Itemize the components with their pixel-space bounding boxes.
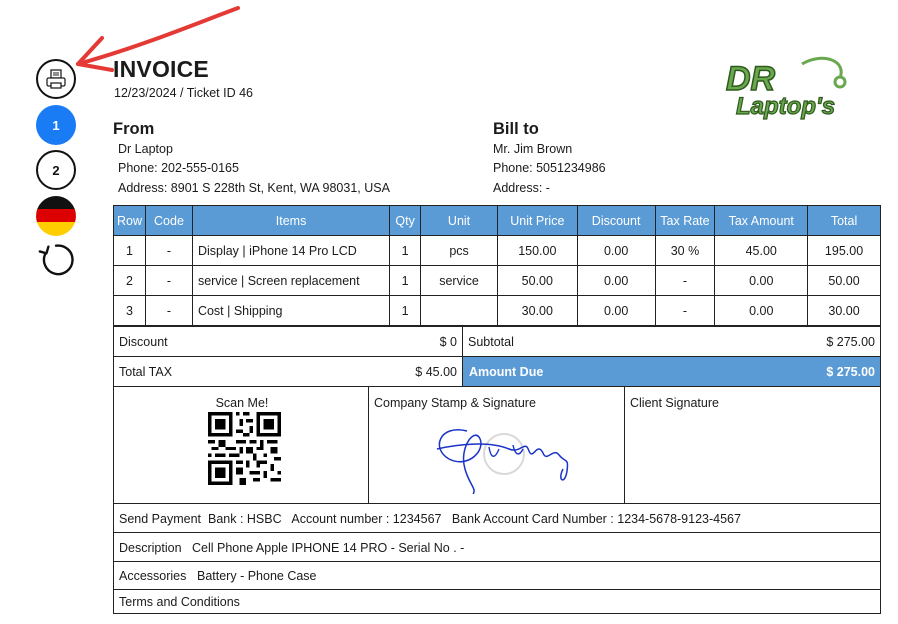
column-header: Total: [807, 205, 881, 236]
payment-details: Bank : HSBC Account number : 1234567 Ban…: [208, 512, 741, 526]
invoice-title: INVOICE: [113, 56, 209, 82]
terms-label: Terms and Conditions: [119, 595, 240, 609]
terms-row: Terms and Conditions: [113, 589, 881, 614]
table-cell: Cost | Shipping: [191, 295, 391, 326]
table-cell: 1: [389, 265, 422, 296]
column-header: Discount: [576, 205, 656, 236]
table-row: 3 - Cost | Shipping 1 30.00 0.00 - 0.00 …: [112, 295, 881, 326]
scan-me-label: Scan Me!: [215, 396, 269, 410]
table-cell: -: [145, 235, 193, 266]
invoice-date-ticket: 12/23/2024 / Ticket ID 46: [114, 86, 253, 100]
client-signature-box: Client Signature: [624, 386, 881, 504]
discount-label: Discount: [119, 335, 168, 349]
column-header: Row: [112, 205, 147, 236]
svg-text:Laptop's: Laptop's: [736, 93, 835, 120]
table-cell: [420, 295, 498, 326]
table-cell: 50.00: [807, 265, 881, 296]
germany-flag-icon: [36, 196, 76, 236]
column-header: Tax Amount: [714, 205, 809, 236]
subtotal-value: $ 275.00: [826, 335, 875, 349]
subtotal-box: Subtotal $ 275.00: [462, 326, 881, 357]
table-cell: -: [654, 265, 716, 296]
bill-to-address: Address: -: [493, 181, 550, 195]
discount-box: Discount $ 0: [113, 326, 463, 357]
language-germany-button[interactable]: [36, 196, 76, 236]
table-cell: 30.00: [496, 295, 578, 326]
table-cell: 150.00: [496, 235, 578, 266]
payment-label: Send Payment: [119, 512, 201, 526]
company-signature-image: [436, 429, 569, 494]
dr-laptops-logo: DR Laptop's: [725, 56, 847, 120]
table-cell: service | Screen replacement: [191, 265, 391, 296]
from-name: Dr Laptop: [118, 142, 173, 156]
table-cell: -: [145, 265, 193, 296]
table-cell: 2: [112, 265, 147, 296]
table-cell: 30 %: [654, 235, 716, 266]
reload-button[interactable]: [36, 240, 76, 280]
invoice-items-table: Row Code Items Qty Unit Unit Price Disco…: [112, 205, 881, 326]
table-cell: 0.00: [576, 265, 656, 296]
table-cell: 0.00: [576, 235, 656, 266]
amount-due-box: Amount Due $ 275.00: [462, 356, 881, 387]
bill-to-name: Mr. Jim Brown: [493, 142, 573, 156]
tax-value: $ 45.00: [415, 365, 457, 379]
company-signature-label: Company Stamp & Signature: [374, 396, 536, 410]
amount-due-label: Amount Due: [469, 365, 544, 379]
table-cell: 45.00: [714, 235, 809, 266]
discount-value: $ 0: [439, 335, 457, 349]
accessories-label: Accessories: [119, 569, 187, 583]
qr-box: Scan Me!: [113, 386, 369, 504]
table-cell: 1: [112, 235, 147, 266]
table-cell: pcs: [420, 235, 498, 266]
accessories-row: Accessories Battery - Phone Case: [113, 561, 881, 590]
page-2-button[interactable]: 2: [36, 150, 76, 190]
table-cell: 3: [112, 295, 147, 326]
bill-to-heading: Bill to: [493, 120, 539, 138]
table-row: 2 - service | Screen replacement 1 servi…: [112, 265, 881, 296]
reload-icon: [38, 244, 74, 276]
client-signature-label: Client Signature: [630, 396, 719, 410]
column-header: Items: [191, 205, 391, 236]
bill-to-phone: Phone: 5051234986: [493, 161, 606, 175]
table-row: 1 - Display | iPhone 14 Pro LCD 1 pcs 15…: [112, 235, 881, 266]
qr-code-icon: [208, 412, 281, 485]
table-cell: 1: [389, 235, 422, 266]
from-phone: Phone: 202-555-0165: [118, 161, 239, 175]
tax-box: Total TAX $ 45.00: [113, 356, 463, 387]
table-cell: -: [145, 295, 193, 326]
table-cell: 195.00: [807, 235, 881, 266]
description-row: Description Cell Phone Apple IPHONE 14 P…: [113, 532, 881, 562]
column-header: Code: [145, 205, 193, 236]
print-button[interactable]: [36, 59, 76, 99]
amount-due-value: $ 275.00: [826, 365, 875, 379]
table-cell: -: [654, 295, 716, 326]
table-cell: 50.00: [496, 265, 578, 296]
table-cell: 0.00: [714, 265, 809, 296]
tax-label: Total TAX: [119, 365, 173, 379]
payment-row: Send Payment Bank : HSBC Account number …: [113, 503, 881, 533]
from-address: Address: 8901 S 228th St, Kent, WA 98031…: [118, 181, 390, 195]
table-cell: 1: [389, 295, 422, 326]
table-cell: service: [420, 265, 498, 296]
printer-icon: [46, 69, 66, 89]
subtotal-label: Subtotal: [468, 335, 514, 349]
from-heading: From: [113, 120, 155, 138]
table-cell: 0.00: [714, 295, 809, 326]
table-cell: 0.00: [576, 295, 656, 326]
table-cell: 30.00: [807, 295, 881, 326]
column-header: Tax Rate: [654, 205, 716, 236]
table-cell: Display | iPhone 14 Pro LCD: [191, 235, 391, 266]
company-signature-box: Company Stamp & Signature: [368, 386, 625, 504]
column-header: Unit: [420, 205, 498, 236]
table-header-row: Row Code Items Qty Unit Unit Price Disco…: [112, 205, 881, 236]
accessories-value: Battery - Phone Case: [197, 569, 317, 583]
column-header: Unit Price: [496, 205, 578, 236]
description-value: Cell Phone Apple IPHONE 14 PRO - Serial …: [192, 541, 465, 555]
description-label: Description: [119, 541, 182, 555]
column-header: Qty: [389, 205, 422, 236]
page-1-button[interactable]: 1: [36, 105, 76, 145]
